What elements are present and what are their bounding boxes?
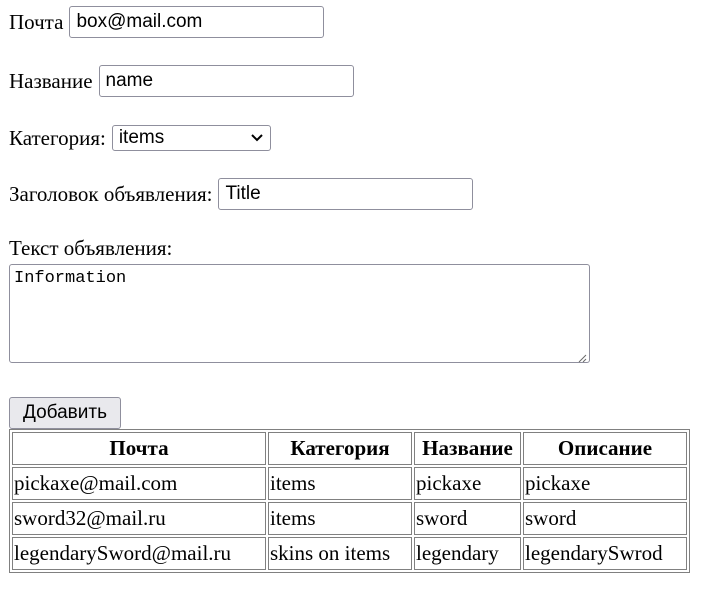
table-header-row: Почта Категория Название Описание <box>12 432 687 465</box>
cell-email: legendarySword@mail.ru <box>12 537 266 570</box>
cell-email: sword32@mail.ru <box>12 502 266 535</box>
cell-description: pickaxe <box>523 467 687 500</box>
add-button[interactable]: Добавить <box>9 397 121 429</box>
cell-category: items <box>268 467 412 500</box>
header-name: Название <box>414 432 521 465</box>
header-category: Категория <box>268 432 412 465</box>
text-area[interactable]: Information <box>9 264 590 363</box>
cell-category: items <box>268 502 412 535</box>
category-select[interactable]: items <box>111 125 271 151</box>
ads-table: Почта Категория Название Описание pickax… <box>9 429 690 573</box>
resize-grip-icon[interactable] <box>577 350 587 363</box>
cell-name: pickaxe <box>414 467 521 500</box>
title-row: Заголовок объявления: Title <box>9 178 474 210</box>
table-row: legendarySword@mail.ru skins on items le… <box>12 537 687 570</box>
cell-description: sword <box>523 502 687 535</box>
header-email: Почта <box>12 432 266 465</box>
header-description: Описание <box>523 432 687 465</box>
name-row: Название name <box>9 65 354 97</box>
text-area-value: Information <box>14 269 127 288</box>
name-field[interactable]: name <box>98 65 354 97</box>
email-row: Почта box@mail.com <box>9 6 325 38</box>
email-field[interactable]: box@mail.com <box>69 6 325 38</box>
category-row: Категория: items <box>9 122 271 154</box>
chevron-down-icon <box>250 133 264 143</box>
cell-name: legendary <box>414 537 521 570</box>
email-label: Почта <box>9 9 64 34</box>
cell-name: sword <box>414 502 521 535</box>
text-label: Текст объявления: <box>9 236 173 260</box>
name-label: Название <box>9 68 93 93</box>
table-row: pickaxe@mail.com items pickaxe pickaxe <box>12 467 687 500</box>
title-label: Заголовок объявления: <box>9 181 213 206</box>
title-field[interactable]: Title <box>218 178 474 210</box>
category-label: Категория: <box>9 125 106 150</box>
cell-description: legendarySwrod <box>523 537 687 570</box>
cell-email: pickaxe@mail.com <box>12 467 266 500</box>
category-selected-value: items <box>118 127 165 148</box>
cell-category: skins on items <box>268 537 412 570</box>
table-row: sword32@mail.ru items sword sword <box>12 502 687 535</box>
